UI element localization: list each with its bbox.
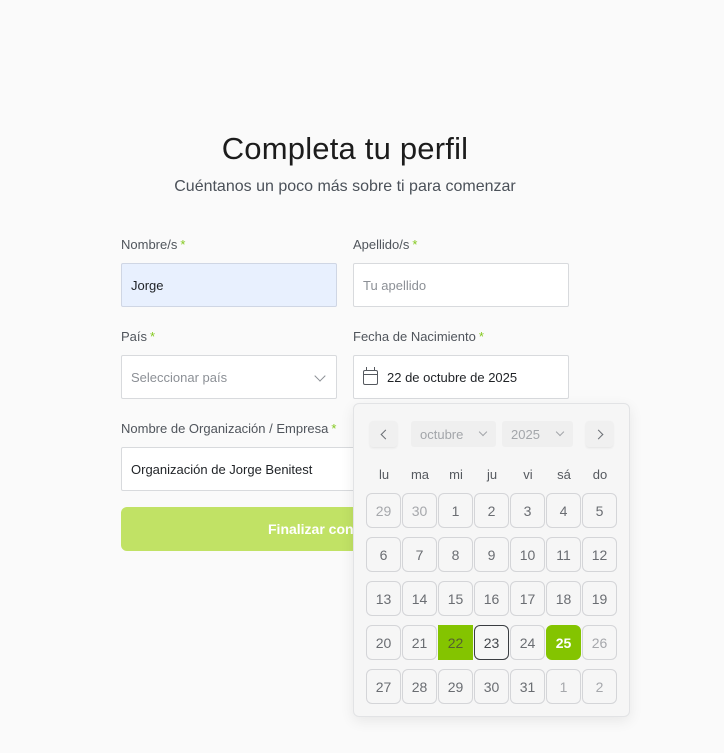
- submit-button-label: Finalizar con: [268, 521, 354, 537]
- calendar-day[interactable]: 29: [438, 669, 473, 704]
- calendar-day[interactable]: 28: [402, 669, 437, 704]
- country-placeholder: Seleccionar país: [131, 369, 228, 385]
- organization-label-text: Nombre de Organización / Empresa: [121, 421, 329, 436]
- organization-label: Nombre de Organización / Empresa *: [121, 421, 336, 436]
- weekday-label: vi: [523, 467, 533, 482]
- page-subtitle: Cuéntanos un poco más sobre ti para come…: [174, 178, 516, 195]
- year-select-value: 2025: [511, 426, 540, 442]
- calendar-day[interactable]: 24: [510, 625, 545, 660]
- calendar-day[interactable]: 7: [402, 537, 437, 572]
- birthdate-input[interactable]: 22 de octubre de 2025: [353, 355, 569, 399]
- page-title: Completa tu perfil: [221, 131, 469, 166]
- weekday-label: lu: [378, 467, 390, 482]
- calendar-day[interactable]: 26: [582, 625, 617, 660]
- calendar-day[interactable]: 13: [366, 581, 401, 616]
- date-picker-popover: octubre 2025 lu ma mi ju vi sá do 29 30 1 2 3 4 5 6 7 8…: [353, 403, 630, 717]
- weekday-label: mi: [449, 467, 463, 482]
- last-name-label-text: Apellido/s: [353, 237, 410, 252]
- month-select[interactable]: octubre: [411, 421, 496, 447]
- calendar-day[interactable]: 20: [366, 625, 401, 660]
- calendar-day[interactable]: 5: [582, 493, 617, 528]
- calendar-day[interactable]: 17: [510, 581, 545, 616]
- calendar-day[interactable]: 29: [366, 493, 401, 528]
- calendar-day[interactable]: 11: [546, 537, 581, 572]
- calendar-day[interactable]: 18: [546, 581, 581, 616]
- chevron-down-icon: [478, 427, 488, 437]
- calendar-day[interactable]: 10: [510, 537, 545, 572]
- calendar-day[interactable]: 2: [474, 493, 509, 528]
- weekday-label: ma: [410, 467, 430, 482]
- calendar-icon: [363, 366, 378, 385]
- chevron-down-icon: [314, 370, 326, 382]
- organization-value: Organización de Jorge Benitest: [131, 461, 313, 477]
- weekday-label: sá: [557, 467, 571, 482]
- first-name-input[interactable]: Jorge: [121, 263, 337, 307]
- calendar-day[interactable]: 15: [438, 581, 473, 616]
- required-mark: *: [331, 421, 337, 436]
- first-name-value: Jorge: [131, 277, 164, 293]
- calendar-day[interactable]: 9: [474, 537, 509, 572]
- year-select[interactable]: 2025: [502, 421, 573, 447]
- birthdate-value: 22 de octubre de 2025: [387, 369, 518, 385]
- calendar-day[interactable]: 2: [582, 669, 617, 704]
- weekday-label: ju: [486, 467, 498, 482]
- calendar-day[interactable]: 25: [546, 625, 581, 660]
- calendar-day[interactable]: 21: [402, 625, 437, 660]
- calendar-day[interactable]: 12: [582, 537, 617, 572]
- calendar-day[interactable]: 19: [582, 581, 617, 616]
- calendar-day[interactable]: 1: [438, 493, 473, 528]
- calendar-day[interactable]: 30: [402, 493, 437, 528]
- required-mark: *: [180, 237, 186, 252]
- last-name-input[interactable]: Tu apellido: [353, 263, 569, 307]
- calendar-day[interactable]: 16: [474, 581, 509, 616]
- last-name-placeholder: Tu apellido: [363, 277, 427, 293]
- calendar-day[interactable]: 1: [546, 669, 581, 704]
- required-mark: *: [412, 237, 418, 252]
- month-select-value: octubre: [420, 426, 464, 442]
- calendar-day[interactable]: 4: [546, 493, 581, 528]
- chevron-right-icon: [593, 429, 603, 439]
- calendar-day[interactable]: 23: [474, 625, 509, 660]
- first-name-label-text: Nombre/s: [121, 237, 178, 252]
- previous-month-button[interactable]: [370, 421, 397, 447]
- chevron-down-icon: [555, 427, 565, 437]
- weekday-label: do: [592, 467, 608, 482]
- chevron-left-icon: [380, 429, 390, 439]
- calendar-day[interactable]: 27: [366, 669, 401, 704]
- calendar-day[interactable]: 3: [510, 493, 545, 528]
- next-month-button[interactable]: [586, 421, 613, 447]
- last-name-label: Apellido/s *: [353, 237, 417, 252]
- birthdate-label: Fecha de Nacimiento *: [353, 329, 484, 344]
- calendar-day[interactable]: 30: [474, 669, 509, 704]
- country-select[interactable]: Seleccionar país: [121, 355, 337, 399]
- calendar-day[interactable]: 22: [438, 625, 473, 660]
- calendar-day[interactable]: 6: [366, 537, 401, 572]
- country-label-text: País: [121, 329, 148, 344]
- required-mark: *: [478, 329, 484, 344]
- first-name-label: Nombre/s *: [121, 237, 185, 252]
- birthdate-label-text: Fecha de Nacimiento: [353, 329, 476, 344]
- required-mark: *: [150, 329, 156, 344]
- country-label: País *: [121, 329, 155, 344]
- calendar-day[interactable]: 14: [402, 581, 437, 616]
- calendar-day[interactable]: 31: [510, 669, 545, 704]
- calendar-day[interactable]: 8: [438, 537, 473, 572]
